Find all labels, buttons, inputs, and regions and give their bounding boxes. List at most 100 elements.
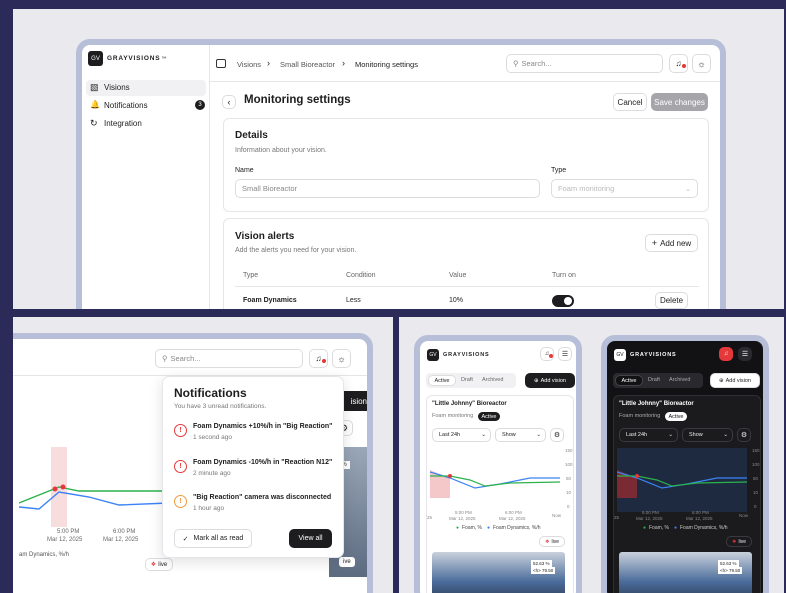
x-tick-label: 5:00 PM bbox=[455, 510, 472, 515]
camera-reading: <h> 79.50 bbox=[531, 567, 556, 574]
add-vision-button[interactable]: ⊕ Add vision bbox=[710, 373, 760, 388]
plus-icon: + bbox=[651, 238, 658, 248]
menu-button[interactable]: ☰ bbox=[558, 347, 572, 361]
alert-enabled-toggle[interactable] bbox=[552, 295, 574, 307]
chevron-right-icon: › bbox=[342, 58, 345, 68]
alert-condition: Less bbox=[346, 297, 361, 304]
add-alert-button[interactable]: + Add new bbox=[645, 234, 698, 252]
notification-text[interactable]: "Big Reaction" camera was disconnected bbox=[193, 494, 331, 501]
breadcrumb-item[interactable]: Small Bioreactor bbox=[280, 60, 335, 69]
x-tick-label: 6:00 PM bbox=[692, 510, 709, 515]
search-placeholder: Search... bbox=[170, 354, 201, 363]
chevron-down-icon: ⌄ bbox=[723, 432, 728, 438]
add-vision-label: Add vision bbox=[540, 377, 566, 384]
check-icon: ✓ bbox=[182, 535, 189, 543]
mark-all-read-button[interactable]: ✓ Mark all as read bbox=[174, 529, 252, 548]
brand-logo[interactable]: GV GRAYVISIONS bbox=[614, 349, 677, 361]
range-value: Last 24h bbox=[439, 432, 461, 438]
brand-logo[interactable]: GV GRAYVISIONS bbox=[427, 349, 490, 361]
cancel-button[interactable]: Cancel bbox=[613, 93, 647, 111]
menu-button[interactable]: ☰ bbox=[738, 347, 752, 361]
brand-logo[interactable]: GV GRAYVISIONS ™ bbox=[88, 51, 166, 66]
range-select[interactable]: Last 24h ⌄ bbox=[619, 428, 678, 442]
range-select[interactable]: Last 24h ⌄ bbox=[432, 428, 491, 442]
theme-toggle-button[interactable]: ☼ bbox=[692, 54, 711, 73]
column-header: Value bbox=[449, 272, 467, 279]
tab-draft[interactable]: Draft bbox=[461, 377, 473, 383]
column-header: Turn on bbox=[552, 272, 576, 279]
type-label: Type bbox=[551, 167, 567, 174]
details-subtitle: Information about your vision. bbox=[235, 147, 327, 154]
live-indicator[interactable]: ❖ live bbox=[145, 558, 173, 571]
tab-active[interactable]: Active bbox=[428, 375, 456, 386]
theme-toggle-button[interactable]: ☼ bbox=[332, 349, 351, 368]
search-input[interactable]: ⚲ Search... bbox=[155, 349, 303, 368]
legend-dot-dynamics: ● bbox=[487, 525, 491, 531]
notification-text[interactable]: Foam Dynamics -10%/h in "Reaction N12" bbox=[193, 459, 332, 466]
status-badge: Active bbox=[665, 412, 687, 421]
delete-alert-button[interactable]: Delete bbox=[655, 292, 688, 309]
live-indicator[interactable]: ❖ live bbox=[539, 536, 565, 547]
chart-marker bbox=[52, 486, 58, 492]
show-select[interactable]: Show ⌄ bbox=[495, 428, 546, 442]
vision-title: "Little Johnny" Bioreactor bbox=[619, 401, 694, 407]
vision-card[interactable]: "Little Johnny" Bioreactor Foam monitori… bbox=[613, 395, 761, 593]
sidebar-toggle-icon[interactable] bbox=[216, 59, 226, 68]
add-vision-label: Add vision bbox=[725, 377, 751, 384]
type-select[interactable]: Foam monitoring ⌄ bbox=[551, 179, 698, 198]
vision-title: "Little Johnny" Bioreactor bbox=[432, 401, 507, 407]
mobile-dark-frame: GV GRAYVISIONS ♫ ☰ Active Draft Archived… bbox=[601, 335, 769, 593]
x-tick-label: Mar 12, 2025 bbox=[636, 516, 663, 521]
warning-triangle-icon: ! bbox=[174, 495, 187, 508]
x-tick-label: Mar 12, 2025 bbox=[686, 516, 713, 521]
sidebar-item-label: Visions bbox=[104, 83, 130, 92]
legend-dot-dynamics: ● bbox=[674, 525, 678, 531]
view-all-button[interactable]: View all bbox=[289, 529, 332, 548]
sidebar-item-integration[interactable]: Integration bbox=[104, 119, 142, 128]
notifications-button[interactable]: ♫ bbox=[719, 347, 733, 361]
tab-archived[interactable]: Archived bbox=[482, 377, 503, 383]
y-tick-label: 10 bbox=[566, 490, 572, 495]
tab-archived[interactable]: Archived bbox=[669, 377, 690, 383]
show-value: Show bbox=[502, 432, 516, 438]
sidebar-item-notifications[interactable]: Notifications bbox=[104, 101, 148, 110]
search-input[interactable]: ⚲ Search... bbox=[506, 54, 663, 73]
add-alert-label: Add new bbox=[660, 238, 692, 248]
live-indicator-partial: ive bbox=[339, 557, 355, 567]
notification-time: 1 hour ago bbox=[193, 505, 225, 512]
y-tick-label: 10 bbox=[753, 490, 759, 495]
add-vision-button[interactable]: ⊕ Add vision bbox=[525, 373, 575, 388]
details-card: Details Information about your vision. N… bbox=[223, 118, 709, 212]
tab-draft[interactable]: Draft bbox=[648, 377, 660, 383]
notification-text[interactable]: Foam Dynamics +10%/h in "Big Reaction" bbox=[193, 423, 332, 430]
name-field[interactable]: Small Bioreactor bbox=[235, 179, 540, 198]
live-label: live bbox=[551, 538, 559, 545]
legend-label: Foam Dynamics, %/h bbox=[680, 525, 728, 531]
vision-card[interactable]: "Little Johnny" Bioreactor Foam monitori… bbox=[426, 395, 574, 593]
y-tick-label: 100 bbox=[752, 462, 760, 467]
settings-icon[interactable]: ⚙ bbox=[737, 428, 751, 442]
popover-title: Notifications bbox=[174, 386, 247, 400]
mark-all-label: Mark all as read bbox=[193, 535, 244, 542]
notifications-panel: ⚲ Search... ♫ ☼ 5:00 PM Mar 12, 2025 6:0… bbox=[13, 317, 393, 593]
x-tick-label: 25 bbox=[427, 515, 433, 520]
alert-value: 10% bbox=[449, 297, 464, 304]
vision-type: Foam monitoring bbox=[619, 413, 661, 419]
x-tick-label: 6:00 PM bbox=[505, 510, 522, 515]
alerts-card: Vision alerts Add the alerts you need fo… bbox=[223, 218, 709, 309]
x-tick-label: 5:00 PM bbox=[642, 510, 659, 515]
save-button[interactable]: Save changes bbox=[651, 93, 708, 111]
show-select[interactable]: Show ⌄ bbox=[682, 428, 733, 442]
unread-dot bbox=[322, 359, 326, 363]
x-tick-label: Mar 12, 2025 bbox=[47, 537, 83, 543]
breadcrumb-item[interactable]: Visions bbox=[237, 60, 261, 69]
settings-icon[interactable]: ⚙ bbox=[550, 428, 564, 442]
alerts-title: Vision alerts bbox=[235, 231, 295, 242]
back-button[interactable]: ‹ bbox=[222, 95, 236, 109]
popover-subtitle: You have 3 unread notifications. bbox=[174, 403, 267, 410]
table-divider bbox=[235, 286, 699, 287]
settings-panel: GV GRAYVISIONS ™ ▧ Visions 🔔 Notificatio… bbox=[13, 9, 784, 309]
logo-wordmark: GRAYVISIONS bbox=[443, 352, 490, 358]
live-indicator[interactable]: ❖ live bbox=[726, 536, 752, 547]
tab-active[interactable]: Active bbox=[615, 375, 643, 386]
